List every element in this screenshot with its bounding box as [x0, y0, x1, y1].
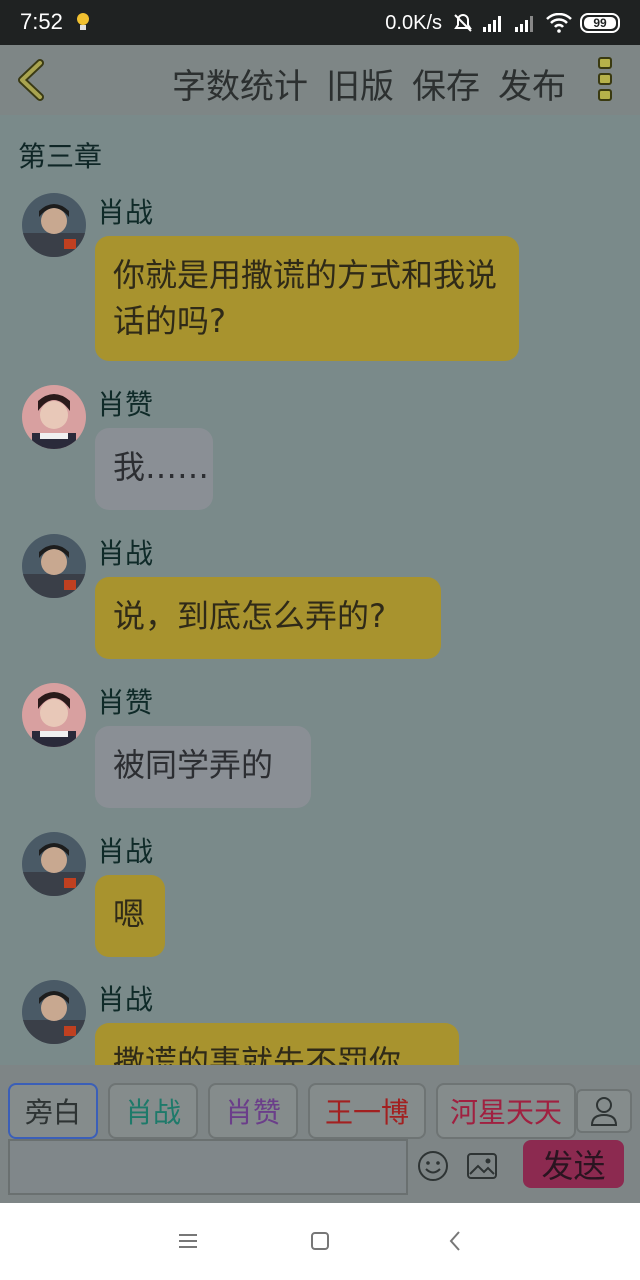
avatar: [22, 683, 86, 747]
status-bar: 7:52 0.0K/s 99: [0, 0, 640, 45]
character-chip-xiaozan[interactable]: 肖赞: [208, 1083, 298, 1139]
old-version-button[interactable]: 旧版: [326, 59, 394, 108]
menu-icon[interactable]: [176, 1229, 200, 1253]
alarm-muted-icon: [454, 14, 472, 32]
message-text: 说，到底怎么弄的?: [113, 597, 386, 635]
back-chevron-icon[interactable]: [14, 59, 48, 101]
emoji-icon[interactable]: [417, 1150, 449, 1182]
battery-level: 99: [593, 16, 607, 30]
back-icon[interactable]: [444, 1229, 468, 1253]
chip-label: 旁白: [24, 1096, 81, 1129]
chip-label: 肖战: [124, 1096, 181, 1129]
chat-area[interactable]: 第三章 肖战 你就是用撒谎的方式和我说话的吗? 肖赞 我…… 肖战 说，到底怎么…: [0, 115, 640, 1065]
image-icon[interactable]: [466, 1152, 498, 1180]
message-bubble: 我……: [95, 428, 213, 510]
word-count-button[interactable]: 字数统计: [172, 59, 308, 108]
message-bubble: 被同学弄的: [95, 726, 311, 808]
avatar: [22, 980, 86, 1044]
more-vertical-icon[interactable]: [598, 57, 614, 105]
message-text: 你就是用撒谎的方式和我说话的吗?: [113, 256, 498, 340]
sender-name: 肖战: [97, 835, 154, 868]
status-time: 7:52: [20, 9, 63, 34]
character-chip-narrator[interactable]: 旁白: [8, 1083, 98, 1139]
sender-name: 肖赞: [97, 686, 154, 719]
message-input[interactable]: [8, 1139, 408, 1195]
publish-button[interactable]: 发布: [498, 59, 566, 108]
avatar: [22, 385, 86, 449]
message-bubble: 嗯: [95, 875, 165, 957]
sender-name: 肖战: [97, 537, 154, 570]
message-bubble: 你就是用撒谎的方式和我说话的吗?: [95, 236, 519, 361]
message-text: 嗯: [113, 895, 146, 933]
save-button[interactable]: 保存: [412, 59, 480, 108]
signal-icon: [483, 16, 501, 32]
editor-toolbar: 字数统计 旧版 保存 发布: [0, 45, 640, 115]
message-bubble: 说，到底怎么弄的?: [95, 577, 441, 659]
chapter-title: 第三章: [18, 140, 103, 173]
network-speed: 0.0K/s: [385, 11, 442, 34]
sender-name: 肖战: [97, 983, 154, 1016]
send-button[interactable]: 发送: [523, 1140, 624, 1188]
avatar: [22, 534, 86, 598]
system-nav-bar: [0, 1203, 640, 1280]
home-icon[interactable]: [308, 1229, 332, 1253]
message-text: 撒谎的事就先不罚你: [113, 1043, 402, 1065]
character-chip-xiaozhan[interactable]: 肖战: [108, 1083, 198, 1139]
sender-name: 肖战: [97, 196, 154, 229]
message-text: 我……: [113, 448, 210, 486]
character-chip-hexing[interactable]: 河星天天: [436, 1083, 576, 1139]
battery-indicator: 99: [580, 13, 620, 33]
person-icon[interactable]: [576, 1089, 632, 1133]
chip-label: 王一博: [324, 1096, 409, 1129]
message-bubble: 撒谎的事就先不罚你: [95, 1023, 459, 1065]
avatar: [22, 193, 86, 257]
character-chip-wangyibo[interactable]: 王一博: [308, 1083, 426, 1139]
signal-icon-2: [515, 16, 533, 32]
toolbar-actions: 字数统计 旧版 保存 发布: [172, 59, 566, 108]
composer: 旁白 肖战 肖赞 王一博 河星天天 发送: [0, 1065, 640, 1203]
chip-label: 肖赞: [224, 1096, 281, 1129]
wifi-icon: [546, 13, 572, 33]
chip-label: 河星天天: [449, 1096, 562, 1129]
message-text: 被同学弄的: [113, 746, 274, 784]
character-selector: 旁白 肖战 肖赞 王一博 河星天天: [8, 1083, 576, 1139]
send-label: 发送: [541, 1147, 606, 1185]
sender-name: 肖赞: [97, 388, 154, 421]
status-indicators: 0.0K/s 99: [385, 9, 620, 37]
lightbulb-icon: [77, 13, 89, 30]
avatar: [22, 832, 86, 896]
